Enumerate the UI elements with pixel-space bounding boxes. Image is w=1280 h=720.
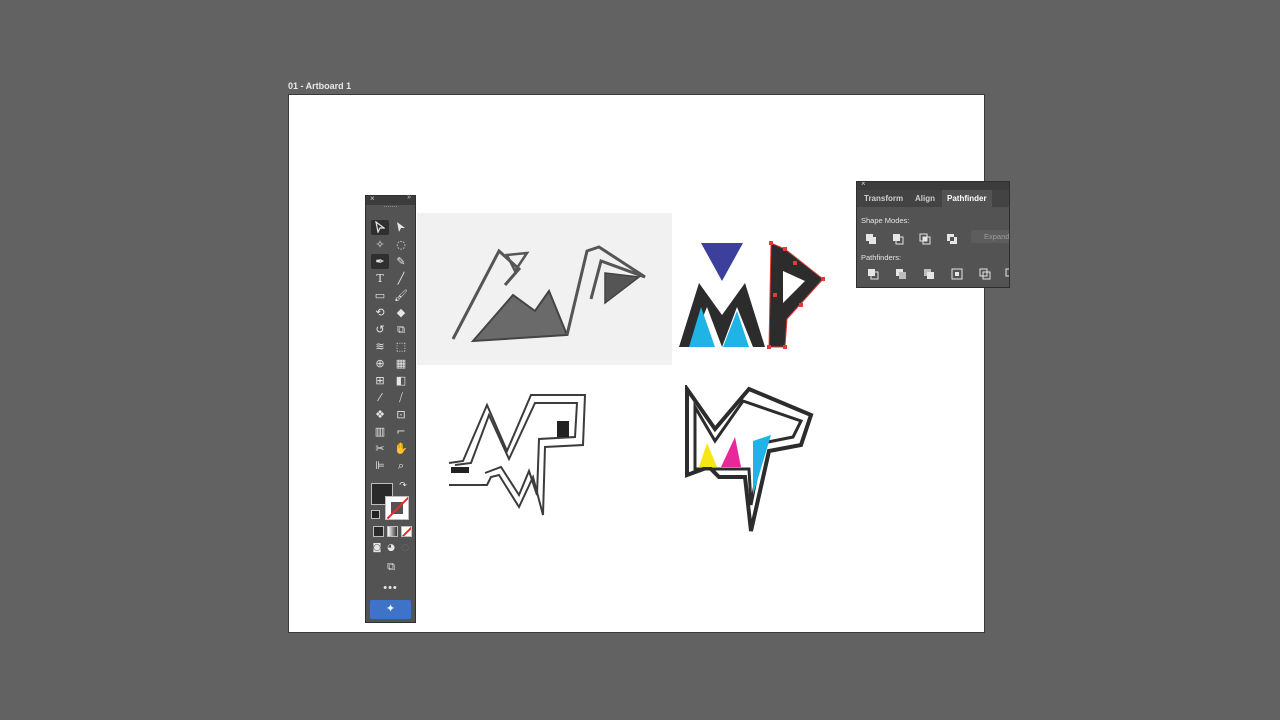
- hand-tool-icon[interactable]: ✋: [392, 441, 410, 456]
- swap-fill-stroke-icon[interactable]: ↷: [397, 479, 409, 494]
- pathfinders-label: Pathfinders:: [861, 253, 902, 262]
- scissors-tool-icon[interactable]: ✂: [371, 441, 389, 456]
- unite-icon[interactable]: [865, 233, 877, 245]
- tab-transform[interactable]: Transform: [859, 190, 908, 207]
- zoom-tool-icon[interactable]: ⌕: [392, 458, 410, 473]
- pathfinder-panel[interactable]: × Transform Align Pathfinder Shape Modes…: [856, 181, 1010, 288]
- close-icon[interactable]: ×: [370, 194, 375, 203]
- collapse-icon[interactable]: »: [407, 194, 411, 201]
- stroke-color-swatch[interactable]: [385, 496, 409, 520]
- shaper-tool-icon[interactable]: ⟲: [371, 305, 389, 320]
- curvature-tool-icon[interactable]: ✎: [392, 254, 410, 269]
- selection-tool-icon[interactable]: [371, 220, 389, 235]
- tab-pathfinder[interactable]: Pathfinder: [942, 190, 992, 207]
- eraser-tool-icon[interactable]: ◆: [392, 305, 410, 320]
- vector-logo-colored-mp[interactable]: [677, 241, 827, 351]
- blend-tool-icon[interactable]: ⧸: [392, 390, 410, 405]
- tools-panel[interactable]: × » ✧ ◌ ✒ ✎ T ╱ ▭ 🖌 ⟲ ◆ ↺ ⧉ ≋ ⬚ ⊕ ▦ ⊞ ◧ …: [365, 194, 416, 623]
- eyedropper-tool-icon[interactable]: ⁄: [371, 390, 389, 405]
- lasso-tool-icon[interactable]: ◌: [392, 237, 410, 252]
- sketch-logo-outline-mp[interactable]: [447, 385, 597, 525]
- artboard-tool-icon[interactable]: ⊡: [392, 407, 410, 422]
- shape-modes-label: Shape Modes:: [861, 216, 910, 225]
- draw-inside-icon[interactable]: ◌: [396, 541, 414, 556]
- free-transform-tool-icon[interactable]: ⬚: [392, 339, 410, 354]
- tab-align[interactable]: Align: [910, 190, 940, 207]
- align-tool-icon[interactable]: ⊫: [371, 458, 389, 473]
- panel-tabs: Transform Align Pathfinder: [857, 190, 1009, 207]
- magic-wand-tool-icon[interactable]: ✧: [371, 237, 389, 252]
- screen-mode-icon[interactable]: ⧉: [382, 559, 400, 574]
- direct-selection-tool-icon[interactable]: [392, 220, 410, 235]
- edit-toolbar-more[interactable]: •••: [366, 582, 415, 594]
- divide-icon[interactable]: [867, 268, 879, 280]
- crop-icon[interactable]: [951, 268, 963, 280]
- drag-handle[interactable]: [384, 206, 397, 210]
- exclude-icon[interactable]: [946, 233, 958, 245]
- scale-tool-icon[interactable]: ⧉: [392, 322, 410, 337]
- panel-header[interactable]: ×: [857, 182, 1009, 190]
- gradient-tool-icon[interactable]: ◧: [392, 373, 410, 388]
- expand-button[interactable]: Expand: [971, 230, 1009, 243]
- outline-icon[interactable]: [979, 268, 991, 280]
- sketch-logo-mountain-mp[interactable]: [449, 243, 649, 353]
- default-fill-stroke-icon[interactable]: [371, 510, 380, 519]
- type-tool-icon[interactable]: T: [371, 271, 389, 286]
- intersect-icon[interactable]: [919, 233, 931, 245]
- line-segment-tool-icon[interactable]: ╱: [392, 271, 410, 286]
- trim-icon[interactable]: [895, 268, 907, 280]
- gradient-mode-icon[interactable]: [387, 526, 398, 537]
- minus-front-icon[interactable]: [892, 233, 904, 245]
- edit-toolbar-button[interactable]: ✦: [370, 600, 411, 619]
- column-graph-tool-icon[interactable]: ▥: [371, 424, 389, 439]
- vector-logo-cmy-mp[interactable]: [683, 385, 823, 535]
- shape-builder-tool-icon[interactable]: ⊕: [371, 356, 389, 371]
- pen-tool-icon[interactable]: ✒: [371, 254, 389, 269]
- rectangle-tool-icon[interactable]: ▭: [371, 288, 389, 303]
- warp-tool-icon[interactable]: ≋: [371, 339, 389, 354]
- minus-back-icon[interactable]: [1005, 268, 1010, 280]
- symbol-sprayer-tool-icon[interactable]: ❖: [371, 407, 389, 422]
- color-mode-icon[interactable]: [373, 526, 384, 537]
- tools-panel-header[interactable]: × »: [366, 194, 415, 205]
- slice-tool-icon[interactable]: ⌐: [392, 424, 410, 439]
- none-mode-icon[interactable]: [401, 526, 412, 537]
- perspective-grid-tool-icon[interactable]: ▦: [392, 356, 410, 371]
- close-icon[interactable]: ×: [861, 182, 866, 188]
- paintbrush-tool-icon[interactable]: 🖌: [392, 288, 410, 303]
- merge-icon[interactable]: [923, 268, 935, 280]
- rotate-tool-icon[interactable]: ↺: [371, 322, 389, 337]
- artboard-label: 01 - Artboard 1: [288, 81, 352, 91]
- mesh-tool-icon[interactable]: ⊞: [371, 373, 389, 388]
